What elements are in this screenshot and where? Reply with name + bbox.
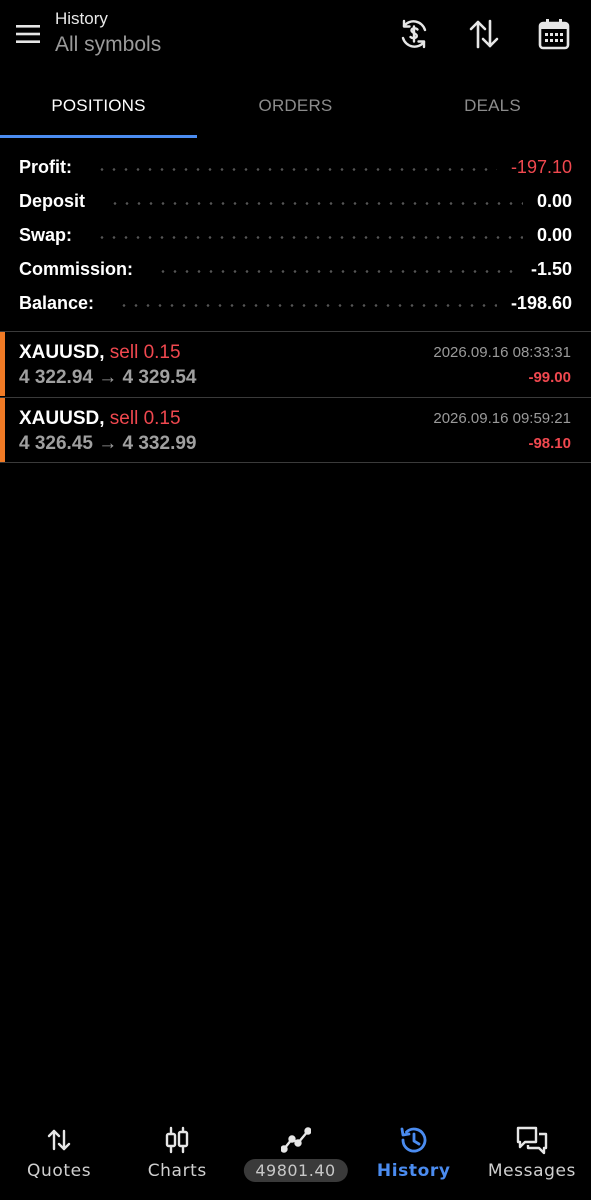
tab-positions[interactable]: POSITIONS bbox=[0, 76, 197, 138]
nav-history-label: History bbox=[376, 1161, 451, 1181]
summary-row-swap: Swap: 0.00 bbox=[0, 218, 591, 252]
nav-quotes[interactable]: Quotes bbox=[0, 1110, 118, 1200]
nav-charts-label: Charts bbox=[147, 1161, 207, 1181]
dotted-leader bbox=[109, 201, 523, 205]
position-title: XAUUSD, sell 0.15 bbox=[19, 407, 181, 431]
nav-messages[interactable]: Messages bbox=[473, 1110, 591, 1200]
tab-deals[interactable]: DEALS bbox=[394, 76, 591, 138]
position-type: sell 0.15 bbox=[109, 408, 181, 429]
position-title: XAUUSD, sell 0.15 bbox=[19, 341, 181, 365]
history-icon bbox=[396, 1122, 432, 1158]
charts-icon bbox=[159, 1122, 195, 1158]
position-row[interactable]: XAUUSD, sell 0.15 4 326.45 → 4 332.99 20… bbox=[0, 398, 591, 462]
swap-value: 0.00 bbox=[536, 224, 572, 245]
trade-icon bbox=[278, 1122, 314, 1158]
deposit-label: Deposit bbox=[19, 190, 86, 211]
commission-label: Commission: bbox=[19, 258, 134, 279]
position-symbol: XAUUSD, bbox=[19, 408, 105, 429]
tab-orders[interactable]: ORDERS bbox=[197, 76, 394, 138]
position-profit: -98.10 bbox=[528, 435, 571, 452]
summary-row-profit: Profit: -197.10 bbox=[0, 150, 591, 184]
divider bbox=[0, 462, 591, 463]
commission-value: -1.50 bbox=[530, 258, 572, 279]
quotes-icon bbox=[41, 1122, 77, 1158]
balance-value: -198.60 bbox=[510, 292, 572, 313]
dotted-leader bbox=[118, 303, 497, 307]
nav-charts[interactable]: Charts bbox=[118, 1110, 236, 1200]
profit-label: Profit: bbox=[19, 156, 72, 177]
summary-row-deposit: Deposit 0.00 bbox=[0, 184, 591, 218]
menu-icon[interactable] bbox=[10, 16, 46, 52]
position-time: 2026.09.16 08:33:31 bbox=[433, 344, 571, 361]
sort-icon[interactable] bbox=[464, 14, 504, 54]
dotted-leader bbox=[96, 167, 497, 171]
page-title: History bbox=[55, 9, 108, 28]
position-prices: 4 326.45 → 4 332.99 bbox=[19, 433, 197, 454]
trade-balance-badge: 49801.40 bbox=[243, 1159, 348, 1182]
profit-value: -197.10 bbox=[510, 156, 572, 177]
nav-history[interactable]: History bbox=[355, 1110, 473, 1200]
position-profit: -99.00 bbox=[528, 369, 571, 386]
position-type: sell 0.15 bbox=[109, 342, 181, 363]
nav-quotes-label: Quotes bbox=[27, 1161, 92, 1181]
position-prices: 4 322.94 → 4 329.54 bbox=[19, 367, 197, 388]
history-tabs: POSITIONS ORDERS DEALS bbox=[0, 76, 591, 138]
swap-label: Swap: bbox=[19, 224, 73, 245]
dotted-leader bbox=[96, 235, 523, 239]
position-symbol: XAUUSD, bbox=[19, 342, 105, 363]
summary-panel: Profit: -197.10 Deposit 0.00 Swap: 0.00 … bbox=[0, 150, 591, 320]
top-app-bar: History All symbols bbox=[0, 0, 591, 74]
title-block[interactable]: History All symbols bbox=[55, 8, 161, 60]
symbol-filter: All symbols bbox=[55, 33, 162, 56]
summary-row-commission: Commission: -1.50 bbox=[0, 252, 591, 286]
position-row[interactable]: XAUUSD, sell 0.15 4 322.94 → 4 329.54 20… bbox=[0, 332, 591, 396]
messages-icon bbox=[514, 1122, 550, 1158]
currency-exchange-icon[interactable] bbox=[394, 14, 434, 54]
summary-row-balance: Balance: -198.60 bbox=[0, 286, 591, 320]
position-time: 2026.09.16 09:59:21 bbox=[433, 410, 571, 427]
bottom-navigation: Quotes Charts 49801.40 History Messages bbox=[0, 1110, 591, 1200]
nav-messages-label: Messages bbox=[487, 1161, 576, 1181]
balance-label: Balance: bbox=[19, 292, 95, 313]
sell-indicator-bar bbox=[0, 398, 5, 462]
calendar-icon[interactable] bbox=[534, 14, 574, 54]
deposit-value: 0.00 bbox=[536, 190, 572, 211]
dotted-leader bbox=[157, 269, 517, 273]
nav-trade[interactable]: 49801.40 bbox=[236, 1110, 354, 1200]
sell-indicator-bar bbox=[0, 332, 5, 396]
